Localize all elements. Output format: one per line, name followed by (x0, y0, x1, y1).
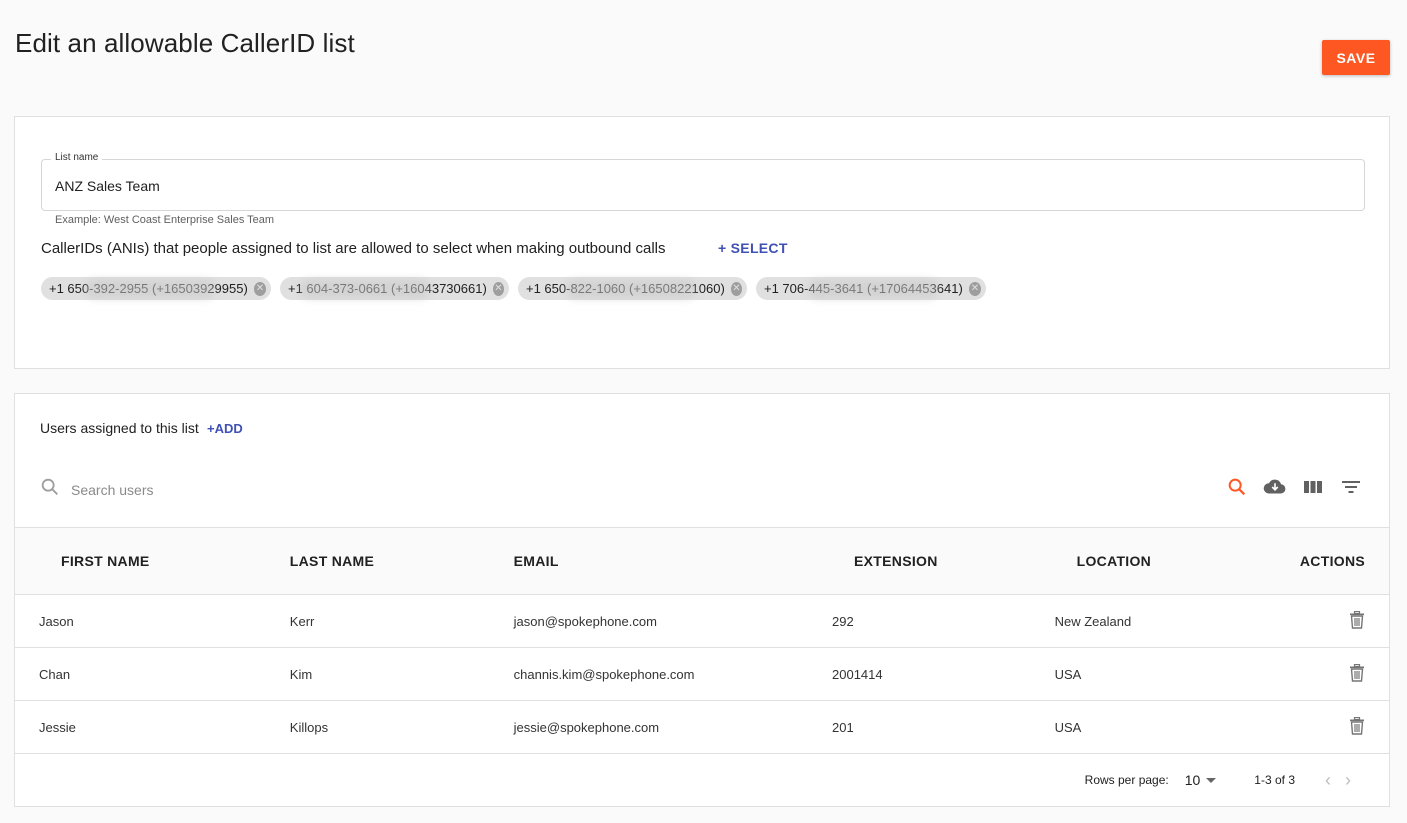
cell-location: USA (1054, 719, 1082, 735)
table-row[interactable]: Jason Kerr jason@spokephone.com 292 New … (15, 595, 1389, 648)
cell-last-name: Killops (289, 719, 329, 735)
cell-location: USA (1054, 666, 1082, 682)
add-user-link[interactable]: +ADD (207, 421, 243, 436)
list-name-label: List name (51, 152, 103, 163)
cell-actions (1300, 595, 1389, 648)
callerid-chip[interactable]: +1 650-822-1060 (+16508221060) ✕ (518, 277, 747, 300)
users-table: FIRST NAME LAST NAME EMAIL EXTENSION LOC… (15, 527, 1389, 754)
column-header-first-name[interactable]: FIRST NAME (15, 528, 290, 595)
chevron-right-icon[interactable]: › (1345, 770, 1351, 791)
remove-chip-icon[interactable]: ✕ (730, 281, 742, 296)
column-header-location[interactable]: LOCATION (1055, 528, 1300, 595)
cell-email: channis.kim@spokephone.com (513, 666, 695, 682)
select-callerid-link[interactable]: + SELECT (718, 240, 788, 256)
callerid-chip[interactable]: +1 650-392-2955 (+16503929955) ✕ (41, 277, 271, 300)
callerid-chip[interactable]: +1 706-445-3641 (+17064453641) ✕ (756, 277, 986, 300)
cell-extension: 292 (832, 613, 854, 629)
search-icon[interactable] (1225, 475, 1249, 499)
table-pagination: Rows per page: 10 1-3 of 3 ‹ › (15, 754, 1389, 806)
rows-per-page-label: Rows per page: (1084, 773, 1169, 787)
cell-email: jason@spokephone.com (513, 613, 657, 629)
delete-icon[interactable] (1349, 663, 1365, 685)
page-title: Edit an allowable CallerID list (15, 28, 355, 58)
users-card: Users assigned to this list +ADD FIRST N… (14, 393, 1390, 807)
cell-actions (1300, 648, 1389, 701)
table-row[interactable]: Chan Kim channis.kim@spokephone.com 2001… (15, 648, 1389, 701)
view-columns-icon[interactable] (1301, 475, 1325, 499)
download-icon[interactable] (1263, 475, 1287, 499)
delete-icon[interactable] (1349, 610, 1365, 632)
remove-chip-icon[interactable]: ✕ (492, 281, 504, 296)
cell-actions (1300, 701, 1389, 754)
cell-extension: 201 (832, 719, 854, 735)
cell-email: jessie@spokephone.com (513, 719, 660, 735)
cell-location: New Zealand (1054, 613, 1132, 629)
users-title: Users assigned to this list (40, 420, 199, 436)
cell-first-name: Chan (39, 666, 71, 682)
pagination-range: 1-3 of 3 (1254, 773, 1295, 787)
list-settings-card: List name Example: West Coast Enterprise… (14, 116, 1390, 369)
column-header-actions: ACTIONS (1299, 553, 1365, 569)
search-input[interactable] (71, 481, 371, 498)
list-name-helper: Example: West Coast Enterprise Sales Tea… (55, 214, 275, 226)
column-header-last-name[interactable]: LAST NAME (290, 528, 514, 595)
cell-first-name: Jason (39, 613, 74, 629)
cell-last-name: Kim (289, 666, 313, 682)
remove-chip-icon[interactable]: ✕ (968, 281, 981, 296)
search-icon (39, 476, 61, 503)
save-button[interactable]: SAVE (1322, 40, 1390, 75)
table-toolbar (1225, 475, 1363, 499)
chevron-left-icon[interactable]: ‹ (1325, 770, 1331, 791)
remove-chip-icon[interactable]: ✕ (253, 281, 266, 296)
column-header-extension[interactable]: EXTENSION (832, 528, 1055, 595)
cell-last-name: Kerr (289, 613, 315, 629)
delete-icon[interactable] (1349, 716, 1365, 738)
table-row[interactable]: Jessie Killops jessie@spokephone.com 201… (15, 701, 1389, 754)
cell-extension: 2001414 (832, 666, 883, 682)
pager-buttons: ‹ › (1325, 770, 1351, 791)
filter-icon[interactable] (1339, 475, 1363, 499)
callerid-chips: +1 650-392-2955 (+16503929955) ✕ +1 604-… (41, 277, 986, 300)
cell-first-name: Jessie (39, 719, 76, 735)
list-name-input[interactable] (55, 178, 1345, 194)
search-bar (39, 476, 371, 503)
callerid-chip[interactable]: +1 604-373-0661 (+16043730661) ✕ (280, 277, 509, 300)
rows-per-page-select[interactable]: 10 (1185, 772, 1201, 788)
column-header-email[interactable]: EMAIL (514, 528, 832, 595)
chevron-down-icon[interactable] (1206, 777, 1217, 783)
list-name-field[interactable]: List name (41, 152, 1365, 211)
table-header-row: FIRST NAME LAST NAME EMAIL EXTENSION LOC… (15, 527, 1389, 595)
callerid-label: CallerIDs (ANIs) that people assigned to… (41, 240, 666, 257)
